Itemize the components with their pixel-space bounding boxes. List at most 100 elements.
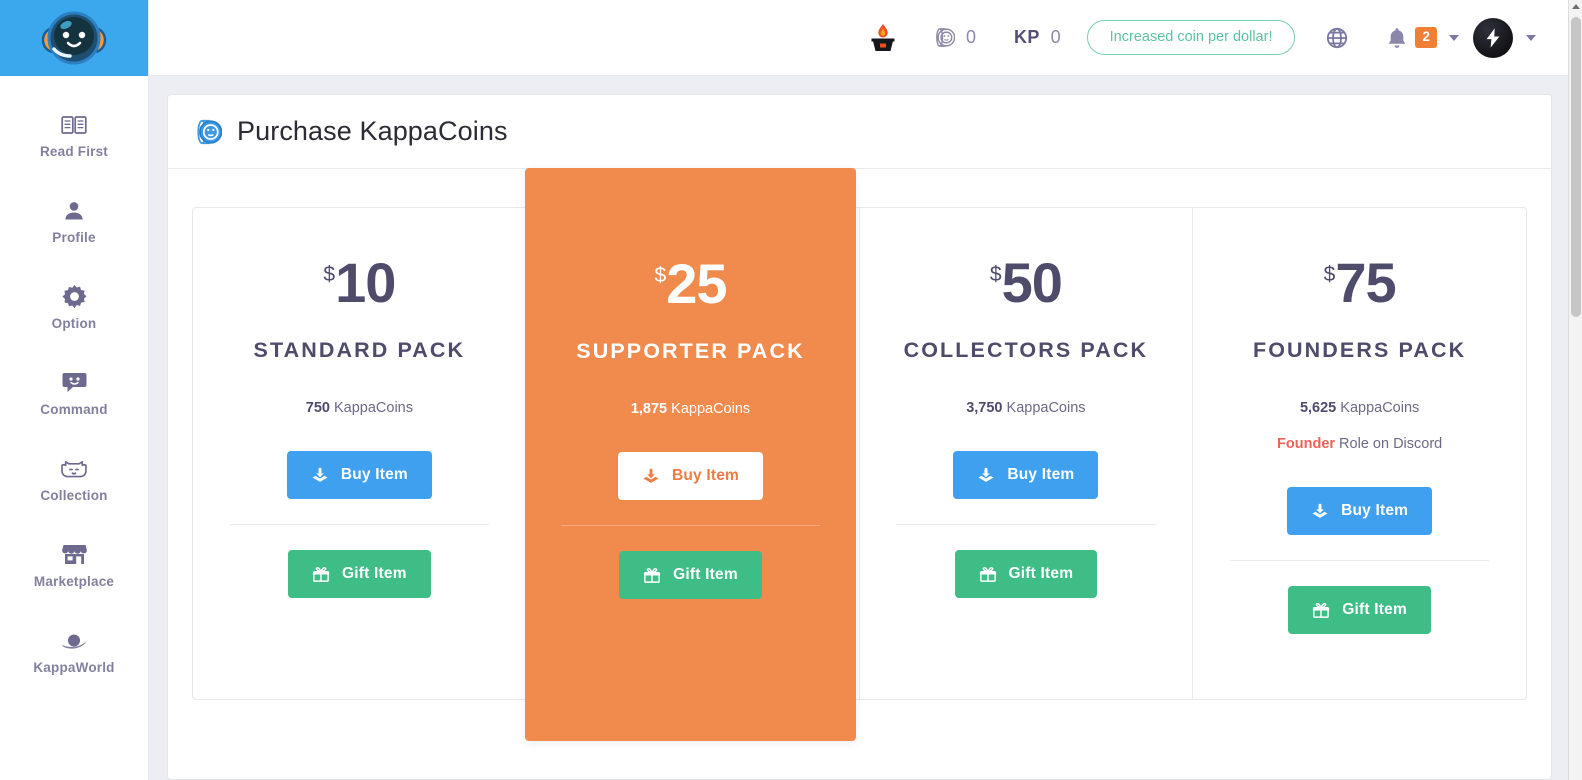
- sidebar-item-label: KappaWorld: [33, 659, 115, 675]
- kappacoin-value: 0: [966, 27, 977, 47]
- plan-coins-unit: KappaCoins: [671, 401, 751, 417]
- mascot-logo-icon: [41, 11, 107, 65]
- plan-coins-unit: KappaCoins: [1006, 400, 1086, 416]
- currency-symbol: $: [1323, 263, 1336, 286]
- card-divider: [561, 525, 820, 526]
- planet-icon: [61, 628, 87, 654]
- gift-item-label: Gift Item: [1008, 565, 1074, 582]
- plan-coins: 5,625 KappaCoins: [1300, 400, 1419, 416]
- gear-icon: [61, 284, 87, 310]
- flame-brazier-icon[interactable]: [870, 23, 896, 53]
- gift-icon: [644, 568, 661, 583]
- plan-extra-perk: Founder Role on Discord: [1277, 436, 1442, 452]
- price-amount: 25: [666, 252, 727, 315]
- globe-icon[interactable]: [1325, 26, 1349, 50]
- sidebar-item-read-first[interactable]: Read First: [0, 92, 148, 178]
- plan-price: $ 25: [654, 252, 728, 315]
- kappacoin-balance[interactable]: 0: [932, 26, 976, 49]
- chevron-down-icon: [1526, 34, 1536, 41]
- coin-stack-icon: [192, 117, 223, 147]
- buy-item-button[interactable]: Buy Item: [617, 452, 764, 500]
- plan-coins: 1,875 KappaCoins: [631, 401, 750, 417]
- price-amount: 50: [1001, 251, 1063, 314]
- plan-card-collectors: $ 50 Collectors Pack 3,750 KappaCoins: [858, 208, 1193, 699]
- gift-icon: [312, 567, 330, 582]
- sidebar-item-marketplace[interactable]: Marketplace: [0, 522, 148, 608]
- vertical-scrollbar[interactable]: [1568, 0, 1582, 780]
- content-area: Purchase KappaCoins $ 10 Standard Pack: [149, 76, 1582, 780]
- panel-header: Purchase KappaCoins: [168, 95, 1551, 169]
- sidebar: Read First Profile Option Command Collec…: [0, 0, 149, 780]
- brand-logo[interactable]: [0, 0, 148, 76]
- price-amount: 75: [1335, 251, 1396, 314]
- topbar: 0 KP 0 Increased coin per dollar! 2: [149, 0, 1582, 76]
- kp-balance[interactable]: KP 0: [1014, 27, 1061, 48]
- coin-stack-icon: [932, 26, 956, 49]
- card-divider: [1229, 560, 1490, 561]
- cat-face-icon: [61, 456, 87, 482]
- gift-item-button[interactable]: Gift Item: [954, 550, 1098, 598]
- download-tray-icon: [312, 467, 328, 482]
- plan-name: Standard Pack: [253, 338, 466, 362]
- pricing-plan-grid: $ 10 Standard Pack 750 KappaCoins: [192, 168, 1527, 741]
- gift-button-wrap: Gift Item: [619, 551, 762, 599]
- user-menu[interactable]: [1473, 17, 1536, 58]
- store-icon: [61, 542, 87, 568]
- notifications-button[interactable]: 2: [1387, 27, 1459, 49]
- plan-card-supporter: $ 25 Supporter Pack 1,875 KappaCoins: [525, 168, 856, 741]
- gift-button-wrap: Gift Item: [954, 550, 1098, 598]
- plan-coins-unit: KappaCoins: [333, 400, 413, 416]
- plan-extra-highlight: Founder: [1277, 436, 1336, 452]
- currency-symbol: $: [989, 263, 1002, 286]
- sidebar-item-command[interactable]: Command: [0, 350, 148, 436]
- download-tray-icon: [978, 467, 994, 482]
- plan-coins-amount: 3,750: [966, 400, 1003, 416]
- bell-icon: [1387, 27, 1407, 49]
- plan-coins: 750 KappaCoins: [306, 400, 413, 416]
- plan-coins-amount: 5,625: [1299, 400, 1337, 416]
- card-divider: [229, 524, 490, 525]
- sidebar-item-profile[interactable]: Profile: [0, 178, 148, 264]
- chevron-down-icon: [1449, 34, 1459, 41]
- buy-item-label: Buy Item: [671, 467, 740, 484]
- currency-symbol: $: [323, 263, 336, 286]
- sidebar-nav: Read First Profile Option Command Collec…: [0, 76, 148, 694]
- gift-icon: [979, 567, 996, 582]
- currency-symbol: $: [654, 264, 667, 287]
- panel-body: $ 10 Standard Pack 750 KappaCoins: [168, 168, 1551, 779]
- buy-item-label: Buy Item: [1007, 466, 1075, 483]
- buy-button-wrap: Buy Item: [286, 451, 432, 499]
- sidebar-item-option[interactable]: Option: [0, 264, 148, 350]
- plan-price: $ 10: [323, 255, 396, 311]
- sidebar-item-collection[interactable]: Collection: [0, 436, 148, 522]
- buy-item-button[interactable]: Buy Item: [286, 451, 432, 499]
- gift-item-label: Gift Item: [342, 565, 407, 582]
- gift-button-wrap: Gift Item: [288, 550, 431, 598]
- gift-item-button[interactable]: Gift Item: [288, 550, 431, 598]
- buy-item-button[interactable]: Buy Item: [953, 451, 1099, 499]
- scroll-up-arrow-icon[interactable]: [1572, 4, 1580, 9]
- sidebar-item-label: Option: [51, 315, 97, 331]
- sidebar-item-kappaworld[interactable]: KappaWorld: [0, 608, 148, 694]
- page-title: Purchase KappaCoins: [237, 116, 508, 146]
- gift-item-label: Gift Item: [1342, 601, 1407, 618]
- plan-coins-unit: KappaCoins: [1340, 400, 1420, 416]
- purchase-panel: Purchase KappaCoins $ 10 Standard Pack: [167, 94, 1552, 780]
- plan-card-standard: $ 10 Standard Pack 750 KappaCoins: [193, 208, 526, 699]
- plan-price: $ 50: [989, 251, 1063, 314]
- avatar: [1473, 17, 1513, 58]
- kp-label: KP: [1014, 27, 1040, 47]
- notification-count-badge: 2: [1415, 27, 1437, 48]
- plan-extra-text: Role on Discord: [1335, 436, 1443, 452]
- gift-item-button[interactable]: Gift Item: [619, 551, 762, 599]
- user-icon: [61, 198, 87, 224]
- plan-coins-amount: 750: [305, 400, 330, 416]
- scrollbar-thumb[interactable]: [1571, 17, 1581, 317]
- gift-item-button[interactable]: Gift Item: [1288, 586, 1431, 634]
- promo-banner-button[interactable]: Increased coin per dollar!: [1086, 19, 1296, 56]
- download-tray-icon: [643, 468, 659, 483]
- buy-item-button[interactable]: Buy Item: [1287, 487, 1433, 535]
- gift-icon: [1313, 603, 1330, 618]
- download-tray-icon: [1312, 503, 1328, 518]
- plan-coins-amount: 1,875: [630, 401, 668, 417]
